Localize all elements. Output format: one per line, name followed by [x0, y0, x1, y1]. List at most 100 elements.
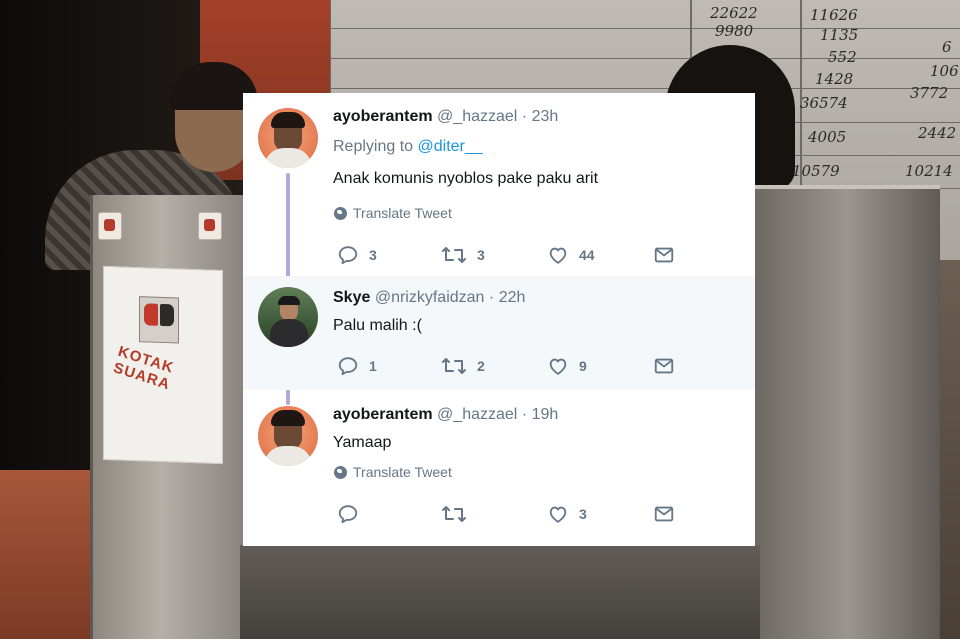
retweet-button[interactable]: 2: [441, 354, 485, 378]
board-number: 1135: [820, 26, 859, 44]
retweet-count: 2: [477, 358, 485, 374]
replying-label: Replying to: [333, 138, 414, 155]
translate-label: Translate Tweet: [353, 464, 452, 480]
board-rule: [330, 88, 960, 89]
board-number: 4005: [808, 128, 847, 146]
retweet-button[interactable]: 3: [441, 243, 485, 267]
tweet-thread-card: ayoberantem @_hazzael · 23h Replying to …: [243, 93, 755, 546]
board-number: 10214: [905, 162, 953, 180]
tweet-text: Anak komunis nyoblos pake paku arit: [333, 170, 599, 187]
retweet-icon: [442, 358, 466, 374]
direct-message-button[interactable]: [653, 502, 675, 526]
display-name[interactable]: ayoberantem: [333, 108, 433, 125]
display-name[interactable]: Skye: [333, 289, 370, 306]
retweet-button[interactable]: [441, 502, 477, 526]
tweet-header: ayoberantem @_hazzael · 23h: [333, 107, 743, 127]
heart-icon: [549, 506, 567, 523]
tweet-content: ayoberantem @_hazzael · 23h Replying to …: [333, 107, 743, 189]
like-button[interactable]: 9: [547, 354, 587, 378]
reply-icon: [338, 357, 358, 376]
separator-dot: ·: [488, 289, 495, 306]
reply-icon: [338, 505, 358, 524]
timestamp[interactable]: 23h: [532, 108, 559, 125]
reply-count: 3: [369, 247, 377, 263]
reply-count: 1: [369, 358, 377, 374]
direct-message-button[interactable]: [653, 354, 675, 378]
avatar-body: [270, 319, 308, 347]
tweet-text: Palu malih :(: [333, 317, 422, 334]
retweet-icon: [442, 506, 466, 522]
translate-tweet-link[interactable]: Translate Tweet: [334, 464, 452, 480]
avatar[interactable]: [258, 108, 318, 168]
translate-label: Translate Tweet: [353, 205, 452, 221]
timestamp[interactable]: 19h: [532, 406, 559, 423]
board-number: 6: [942, 38, 952, 56]
separator-dot: ·: [521, 108, 528, 125]
tweet-header: Skye @nrizkyfaidzan · 22h: [333, 288, 743, 308]
user-handle[interactable]: @_hazzael: [437, 108, 517, 125]
avatar-hair: [278, 296, 300, 305]
board-number: 9980: [715, 22, 754, 40]
like-count: 3: [579, 506, 587, 522]
board-number: 2442: [918, 124, 957, 142]
reply-button[interactable]: [337, 502, 369, 526]
ballot-box-sticker: [98, 212, 122, 240]
retweet-icon: [442, 247, 466, 263]
like-button[interactable]: 3: [547, 502, 587, 526]
tweet-text: Yamaap: [333, 434, 392, 451]
tweet-actions: 3: [333, 502, 753, 526]
tweet-actions: 1 2 9: [333, 354, 753, 378]
avatar[interactable]: [258, 287, 318, 347]
board-number: 3772: [910, 84, 949, 102]
board-rule: [330, 58, 960, 59]
avatar-hair: [271, 112, 305, 128]
tweet-content: ayoberantem @_hazzael · 19h Yamaap: [333, 405, 743, 453]
board-number: 1428: [815, 70, 854, 88]
board-number: 36574: [800, 94, 848, 112]
avatar-body: [264, 446, 312, 466]
translate-tweet-link[interactable]: Translate Tweet: [334, 205, 452, 221]
tweet[interactable]: ayoberantem @_hazzael · 23h Replying to …: [243, 93, 755, 276]
board-rule: [330, 28, 960, 29]
retweet-count: 3: [477, 247, 485, 263]
like-button[interactable]: 44: [547, 243, 595, 267]
ballot-box-bottom: [240, 545, 760, 639]
board-number: 552: [828, 48, 857, 66]
ballot-box-sticker: [198, 212, 222, 240]
reply-button[interactable]: 1: [337, 354, 377, 378]
tweet[interactable]: Skye @nrizkyfaidzan · 22h Palu malih :( …: [243, 276, 755, 390]
mention-link[interactable]: @diter__: [418, 138, 483, 155]
tweet-actions: 3 3 44: [333, 243, 753, 267]
like-count: 9: [579, 358, 587, 374]
avatar-hair: [271, 410, 305, 426]
display-name[interactable]: ayoberantem: [333, 406, 433, 423]
board-number: 11626: [810, 6, 858, 24]
tweet-content: Skye @nrizkyfaidzan · 22h Palu malih :(: [333, 288, 743, 336]
like-count: 44: [579, 247, 595, 263]
heart-icon: [549, 358, 567, 375]
ballot-box-sign-text: KOTAK SUARA: [111, 343, 176, 394]
reply-button[interactable]: 3: [337, 243, 377, 267]
election-logo-icon: [139, 296, 179, 344]
board-number: 10579: [792, 162, 840, 180]
separator-dot: ·: [521, 406, 528, 423]
board-number: 106: [930, 62, 959, 80]
avatar[interactable]: [258, 406, 318, 466]
envelope-icon: [654, 358, 674, 374]
ballot-box-sign: KOTAK SUARA: [103, 265, 223, 465]
replying-to: Replying to @diter__: [333, 137, 743, 157]
timestamp[interactable]: 22h: [499, 289, 526, 306]
heart-icon: [549, 247, 567, 264]
ballot-box-right: [755, 185, 940, 639]
reply-icon: [338, 246, 358, 265]
globe-icon: [334, 465, 347, 479]
user-handle[interactable]: @_hazzael: [437, 406, 517, 423]
user-handle[interactable]: @nrizkyfaidzan: [375, 289, 485, 306]
avatar-body: [264, 148, 312, 168]
globe-icon: [334, 206, 347, 220]
tweet-header: ayoberantem @_hazzael · 19h: [333, 405, 743, 425]
envelope-icon: [654, 247, 674, 263]
tweet[interactable]: ayoberantem @_hazzael · 19h Yamaap Trans…: [243, 390, 755, 546]
direct-message-button[interactable]: [653, 243, 675, 267]
board-number: 22622: [710, 4, 758, 22]
